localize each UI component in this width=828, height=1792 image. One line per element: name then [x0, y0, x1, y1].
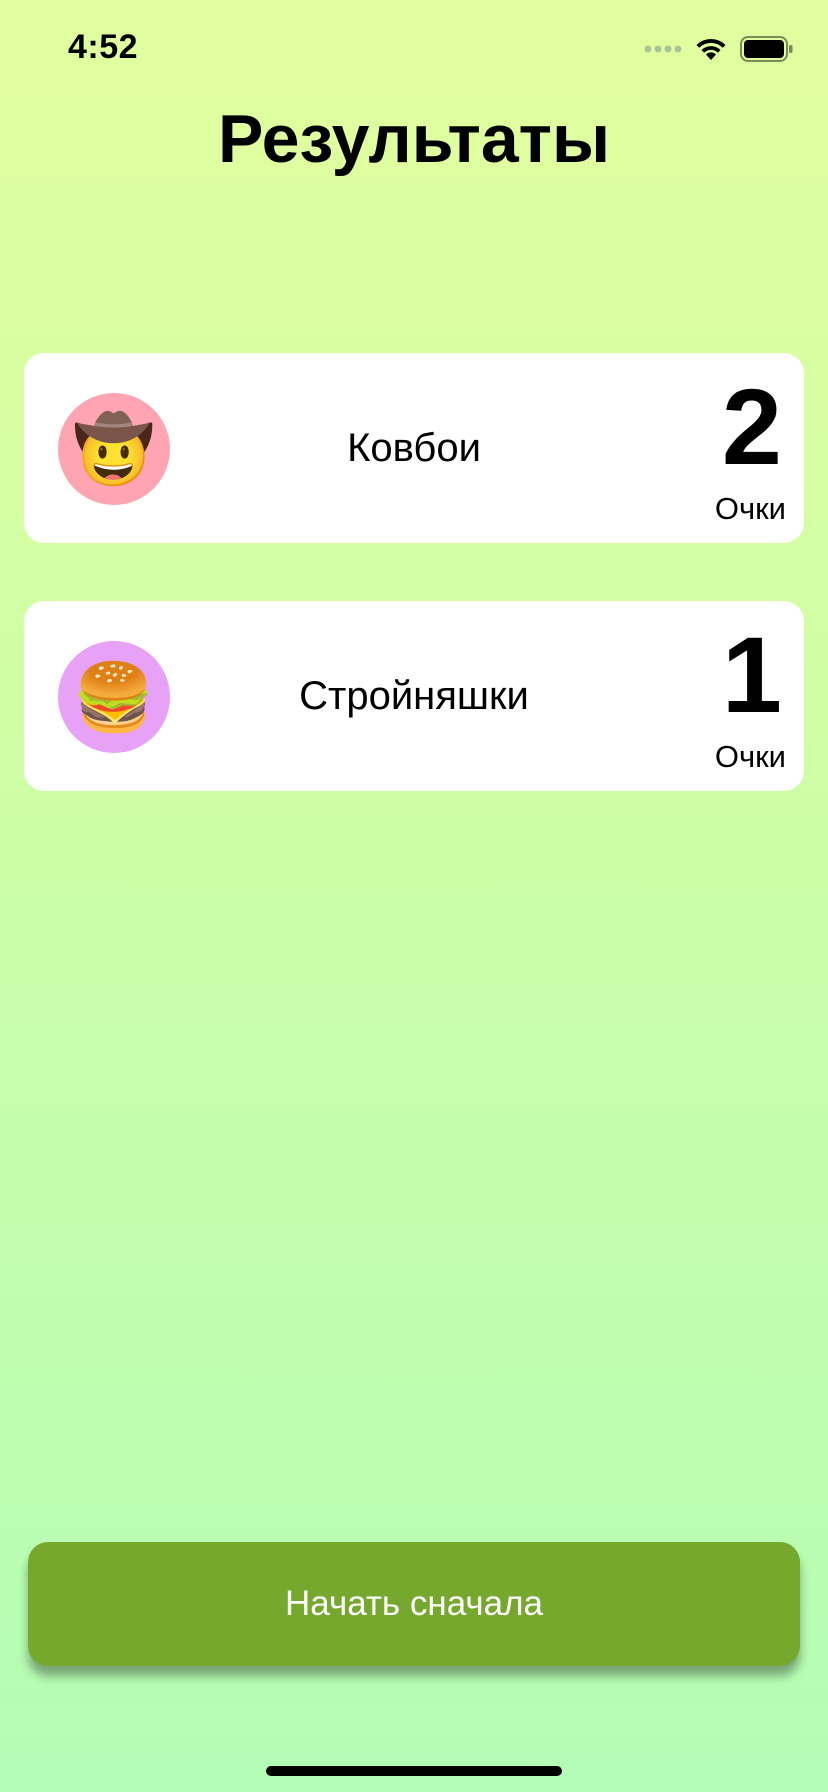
- team-score: 2: [721, 366, 782, 487]
- home-indicator[interactable]: [266, 1766, 562, 1776]
- team-score: 1: [721, 614, 782, 735]
- page-title: Результаты: [217, 101, 611, 177]
- wifi-icon: [696, 38, 726, 60]
- score-label: Очки: [714, 491, 786, 526]
- team-card-1: 🤠 Ковбои 2 Очки: [24, 353, 804, 543]
- cellular-icon: [644, 45, 682, 53]
- status-time: 4:52: [68, 28, 139, 66]
- battery-icon: [740, 36, 793, 62]
- team-name: Ковбои: [347, 425, 481, 470]
- restart-button[interactable]: Начать сначала: [28, 1542, 800, 1666]
- team-name: Стройняшки: [299, 673, 529, 718]
- status-icons: [644, 36, 794, 62]
- status-bar: 4:52: [0, 0, 828, 100]
- team-card-2: 🍔 Стройняшки 1 Очки: [24, 601, 804, 791]
- score-label: Очки: [714, 739, 786, 774]
